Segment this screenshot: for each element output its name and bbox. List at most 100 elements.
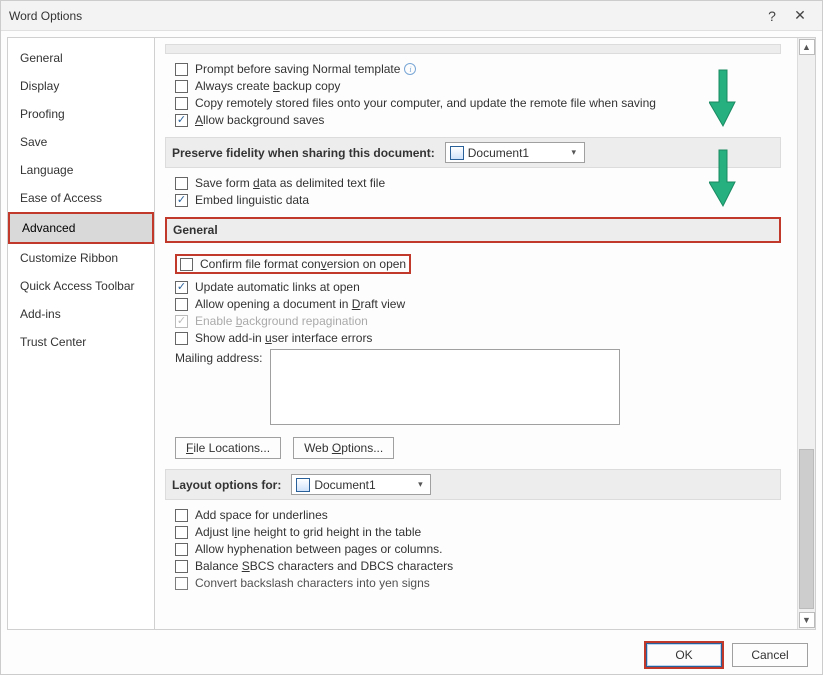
mailing-address-textarea[interactable] xyxy=(270,349,620,425)
save-options-group: Prompt before saving Normal template i A… xyxy=(165,62,781,127)
label: Show add-in user interface errors xyxy=(195,331,372,345)
label: Allow opening a document in Draft view xyxy=(195,297,405,311)
preserve-group: Save form data as delimited text file Em… xyxy=(165,176,781,207)
checkbox[interactable] xyxy=(175,281,188,294)
sidebar-item-save[interactable]: Save xyxy=(8,128,154,156)
help-button[interactable]: ? xyxy=(758,6,786,26)
opt-add-space-underlines[interactable]: Add space for underlines xyxy=(175,508,781,522)
doc-icon xyxy=(296,478,310,492)
sidebar-item-add-ins[interactable]: Add-ins xyxy=(8,300,154,328)
chevron-down-icon: ▾ xyxy=(412,475,428,494)
scroll-thumb[interactable] xyxy=(799,449,814,609)
sidebar-item-advanced[interactable]: Advanced xyxy=(10,214,152,242)
section-label: Layout options for: xyxy=(172,478,281,492)
checkbox[interactable] xyxy=(175,509,188,522)
web-options-button[interactable]: Web Options... xyxy=(293,437,394,459)
sidebar-item-quick-access[interactable]: Quick Access Toolbar xyxy=(8,272,154,300)
sidebar-item-display[interactable]: Display xyxy=(8,72,154,100)
opt-prompt-normal[interactable]: Prompt before saving Normal template i xyxy=(175,62,781,76)
section-layout-options: Layout options for: Document1 ▾ xyxy=(165,469,781,500)
layout-group: Add space for underlines Adjust line hei… xyxy=(165,508,781,590)
dialog-body: General Display Proofing Save Language E… xyxy=(1,31,822,636)
opt-update-links[interactable]: Update automatic links at open xyxy=(175,280,781,294)
dialog-footer: OK Cancel xyxy=(1,636,822,674)
sidebar-item-advanced-highlight: Advanced xyxy=(8,212,154,244)
sidebar: General Display Proofing Save Language E… xyxy=(7,37,155,630)
checkbox[interactable] xyxy=(180,258,193,271)
section-label: Preserve fidelity when sharing this docu… xyxy=(172,146,435,160)
mailing-address-row: Mailing address: xyxy=(175,349,781,425)
checkbox[interactable] xyxy=(175,80,188,93)
section-general: General xyxy=(165,217,781,243)
doc-icon xyxy=(450,146,464,160)
label: Confirm file format conversion on open xyxy=(200,257,406,271)
section-label: General xyxy=(173,223,218,237)
section-strip xyxy=(165,44,781,54)
opt-copy-remote[interactable]: Copy remotely stored files onto your com… xyxy=(175,96,781,110)
label: Update automatic links at open xyxy=(195,280,360,294)
sidebar-item-ease-of-access[interactable]: Ease of Access xyxy=(8,184,154,212)
checkbox[interactable] xyxy=(175,298,188,311)
scroll-down-icon[interactable]: ▼ xyxy=(799,612,815,628)
checkbox[interactable] xyxy=(175,63,188,76)
label: Enable background repagination xyxy=(195,314,368,328)
label: Convert backslash characters into yen si… xyxy=(195,576,430,590)
content-pane: Prompt before saving Normal template i A… xyxy=(155,38,797,629)
sidebar-item-proofing[interactable]: Proofing xyxy=(8,100,154,128)
annotation-arrow-2 xyxy=(709,148,737,208)
ok-button[interactable]: OK xyxy=(646,643,722,667)
checkbox[interactable] xyxy=(175,114,188,127)
opt-save-form-data[interactable]: Save form data as delimited text file xyxy=(175,176,781,190)
sidebar-item-trust-center[interactable]: Trust Center xyxy=(8,328,154,356)
chevron-down-icon: ▾ xyxy=(566,143,582,162)
vertical-scrollbar[interactable]: ▲ ▼ xyxy=(797,38,815,629)
scroll-up-icon[interactable]: ▲ xyxy=(799,39,815,55)
info-icon[interactable]: i xyxy=(404,63,416,75)
opt-embed-linguistic[interactable]: Embed linguistic data xyxy=(175,193,781,207)
dropdown-value: Document1 xyxy=(468,146,529,160)
file-locations-button[interactable]: File Locations... xyxy=(175,437,281,459)
label: Prompt before saving Normal template xyxy=(195,62,400,76)
checkbox[interactable] xyxy=(175,526,188,539)
word-options-dialog: Word Options ? ✕ General Display Proofin… xyxy=(0,0,823,675)
close-button[interactable]: ✕ xyxy=(786,6,814,26)
opt-adjust-line-height[interactable]: Adjust line height to grid height in the… xyxy=(175,525,781,539)
opt-confirm-conversion[interactable]: Confirm file format conversion on open xyxy=(175,254,411,274)
checkbox[interactable] xyxy=(175,97,188,110)
label: Save form data as delimited text file xyxy=(195,176,385,190)
content-wrap: Prompt before saving Normal template i A… xyxy=(155,37,816,630)
preserve-doc-dropdown[interactable]: Document1 ▾ xyxy=(445,142,585,163)
general-buttons-row: File Locations... Web Options... xyxy=(175,437,781,459)
dropdown-value: Document1 xyxy=(314,478,375,492)
label: Copy remotely stored files onto your com… xyxy=(195,96,656,110)
label: Always create backup copy xyxy=(195,79,340,93)
label: Allow background saves xyxy=(195,113,324,127)
label: Embed linguistic data xyxy=(195,193,309,207)
label: Allow hyphenation between pages or colum… xyxy=(195,542,443,556)
mailing-label: Mailing address: xyxy=(175,349,262,365)
label: Add space for underlines xyxy=(195,508,328,522)
cancel-button[interactable]: Cancel xyxy=(732,643,808,667)
annotation-arrow-1 xyxy=(709,68,737,128)
scroll-track[interactable] xyxy=(798,56,815,611)
layout-doc-dropdown[interactable]: Document1 ▾ xyxy=(291,474,431,495)
sidebar-item-language[interactable]: Language xyxy=(8,156,154,184)
opt-convert-yen[interactable]: Convert backslash characters into yen si… xyxy=(175,576,781,590)
opt-balance-sbcs[interactable]: Balance SBCS characters and DBCS charact… xyxy=(175,559,781,573)
checkbox[interactable] xyxy=(175,177,188,190)
checkbox[interactable] xyxy=(175,194,188,207)
label: Balance SBCS characters and DBCS charact… xyxy=(195,559,453,573)
checkbox[interactable] xyxy=(175,543,188,556)
opt-allow-bg-saves[interactable]: Allow background saves xyxy=(175,113,781,127)
opt-addin-errors[interactable]: Show add-in user interface errors xyxy=(175,331,781,345)
sidebar-item-customize-ribbon[interactable]: Customize Ribbon xyxy=(8,244,154,272)
opt-always-backup[interactable]: Always create backup copy xyxy=(175,79,781,93)
checkbox[interactable] xyxy=(175,560,188,573)
sidebar-item-general[interactable]: General xyxy=(8,44,154,72)
dialog-title: Word Options xyxy=(9,9,758,23)
opt-draft-view[interactable]: Allow opening a document in Draft view xyxy=(175,297,781,311)
opt-allow-hyphenation[interactable]: Allow hyphenation between pages or colum… xyxy=(175,542,781,556)
checkbox[interactable] xyxy=(175,332,188,345)
checkbox[interactable] xyxy=(175,577,188,590)
checkbox xyxy=(175,315,188,328)
